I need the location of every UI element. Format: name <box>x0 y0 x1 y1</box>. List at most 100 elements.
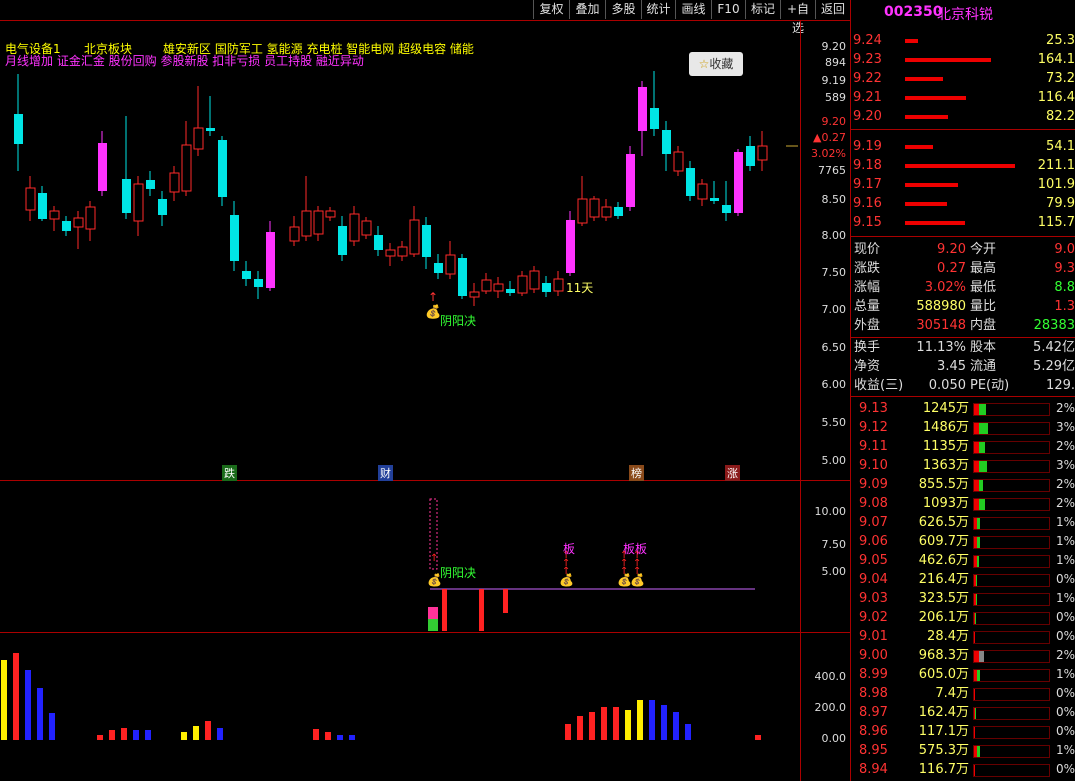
sell-quote-row[interactable]: 9.22 73.2 <box>851 69 1075 88</box>
price-tick: 8.00 <box>821 229 847 242</box>
price-tick: 9.20 <box>821 40 847 53</box>
toolbar-btn-7[interactable]: +自选 <box>780 0 815 35</box>
dist-volume: 162.4万 <box>918 705 969 720</box>
quote-price: 9.23 <box>853 52 882 67</box>
dist-pct: 1% <box>1056 515 1075 529</box>
volume-bar <box>325 732 331 740</box>
dist-volume: 1363万 <box>922 458 969 473</box>
quote-volume: 164.1 <box>1037 52 1075 67</box>
candle-body <box>638 87 647 131</box>
quote-price: 9.19 <box>853 139 882 154</box>
dist-bar-red <box>974 708 975 719</box>
marker-die: 跌 <box>222 465 237 481</box>
dist-pct: 2% <box>1056 496 1075 510</box>
dist-price: 9.09 <box>859 477 888 492</box>
quote-price: 9.21 <box>853 90 882 105</box>
indicator-chart[interactable]: 💰 💰 💰💰↑ ↑↑↑↑↑↑↑↑↑ <box>0 481 800 632</box>
toolbar-btn-8[interactable]: 返回 <box>815 0 850 19</box>
candle-body <box>566 220 575 273</box>
dist-row: 8.95 575.3万 1% <box>851 741 1075 760</box>
buy-quote-row[interactable]: 9.18 211.1 <box>851 156 1075 175</box>
dist-price: 9.04 <box>859 572 888 587</box>
marker-zhang: 涨 <box>725 465 740 481</box>
candle-body <box>614 207 623 216</box>
candle-body <box>349 213 360 242</box>
quote-bar <box>905 77 944 81</box>
quote-bar <box>905 39 919 43</box>
dist-bar-frame <box>973 422 1050 435</box>
volume-bar <box>205 721 211 740</box>
indicator-tick: 5.00 <box>821 565 847 578</box>
candle-body <box>325 210 336 218</box>
candlestick-chart[interactable]: ↑ <box>0 21 800 480</box>
dist-price: 9.01 <box>859 629 888 644</box>
dist-row: 9.02 206.1万 0% <box>851 608 1075 627</box>
up-arrow-icon: ↑ <box>620 566 628 577</box>
buy-quote-row[interactable]: 9.16 79.9 <box>851 194 1075 213</box>
quote-bar <box>905 145 934 149</box>
dist-row: 9.11 1135万 2% <box>851 437 1075 456</box>
candle-body <box>73 217 84 228</box>
price-tick: 9.19 <box>821 74 847 87</box>
indicator-bar <box>428 607 438 619</box>
volume-tick: 400.0 <box>814 670 847 683</box>
sell-quote-row[interactable]: 9.21 116.4 <box>851 88 1075 107</box>
stats-row: 现价 9.20 今开 9.0 <box>851 240 1075 259</box>
volume-bar <box>685 724 691 740</box>
volume-bar <box>349 735 355 740</box>
toolbar-btn-0[interactable]: 复权 <box>533 0 569 19</box>
dist-bar-frame <box>973 517 1050 530</box>
dist-price: 8.97 <box>859 705 888 720</box>
candle-body <box>254 279 263 287</box>
candle-body <box>397 246 408 257</box>
toolbar-btn-4[interactable]: 画线 <box>675 0 711 19</box>
dist-volume: 1135万 <box>922 439 969 454</box>
stat-cell: 305148 <box>916 318 966 333</box>
stats-row: 涨跌 0.27 最高 9.3 <box>851 259 1075 278</box>
sell-quote-row[interactable]: 9.20 82.2 <box>851 107 1075 126</box>
dist-bar-frame <box>973 555 1050 568</box>
dist-volume: 323.5万 <box>918 591 969 606</box>
dist-price: 9.03 <box>859 591 888 606</box>
stats-row: 外盘 305148 内盘 28383 <box>851 316 1075 335</box>
candle-body <box>218 140 227 197</box>
dist-pct: 2% <box>1056 477 1075 491</box>
quote-volume: 54.1 <box>1046 139 1075 154</box>
dist-price: 9.06 <box>859 534 888 549</box>
stat-cell: 总量 <box>854 299 881 314</box>
candle-body <box>506 289 515 293</box>
toolbar-btn-2[interactable]: 多股 <box>605 0 641 19</box>
stat-cell: 今开 <box>970 242 997 257</box>
toolbar-btn-3[interactable]: 统计 <box>641 0 675 19</box>
candle-body <box>193 127 204 150</box>
stock-code: 002350 <box>884 4 943 20</box>
candle-body <box>361 220 372 236</box>
quote-price: 9.17 <box>853 177 882 192</box>
toolbar-btn-6[interactable]: 标记 <box>745 0 780 19</box>
buy-quote-row[interactable]: 9.15 115.7 <box>851 213 1075 232</box>
candle-body <box>385 249 396 257</box>
candle-body <box>445 254 456 275</box>
price-tick: 8.50 <box>821 193 847 206</box>
sell-quote-row[interactable]: 9.23 164.1 <box>851 50 1075 69</box>
stats-row: 收益(三) 0.050 PE(动) 129. <box>851 376 1075 395</box>
toolbar-btn-1[interactable]: 叠加 <box>569 0 605 19</box>
price-tick: 894 <box>825 56 846 69</box>
dist-volume: 605.0万 <box>918 667 969 682</box>
quote-bar <box>905 183 959 187</box>
marker-bang: 榜 <box>629 465 644 481</box>
quote-bar <box>905 221 966 225</box>
dist-bar-frame <box>973 688 1050 701</box>
dist-volume: 117.1万 <box>918 724 969 739</box>
toolbar-btn-5[interactable]: F10 <box>711 0 745 19</box>
dist-volume: 206.1万 <box>918 610 969 625</box>
dist-bar-red <box>974 689 975 700</box>
sell-quote-row[interactable]: 9.24 25.3 <box>851 31 1075 50</box>
dist-pct: 1% <box>1056 534 1075 548</box>
dist-row: 8.98 7.4万 0% <box>851 684 1075 703</box>
volume-indicator-chart[interactable] <box>0 633 800 781</box>
buy-quote-row[interactable]: 9.17 101.9 <box>851 175 1075 194</box>
buy-quote-row[interactable]: 9.19 54.1 <box>851 137 1075 156</box>
quote-separator <box>851 129 1075 130</box>
dist-bar-frame <box>973 441 1050 454</box>
